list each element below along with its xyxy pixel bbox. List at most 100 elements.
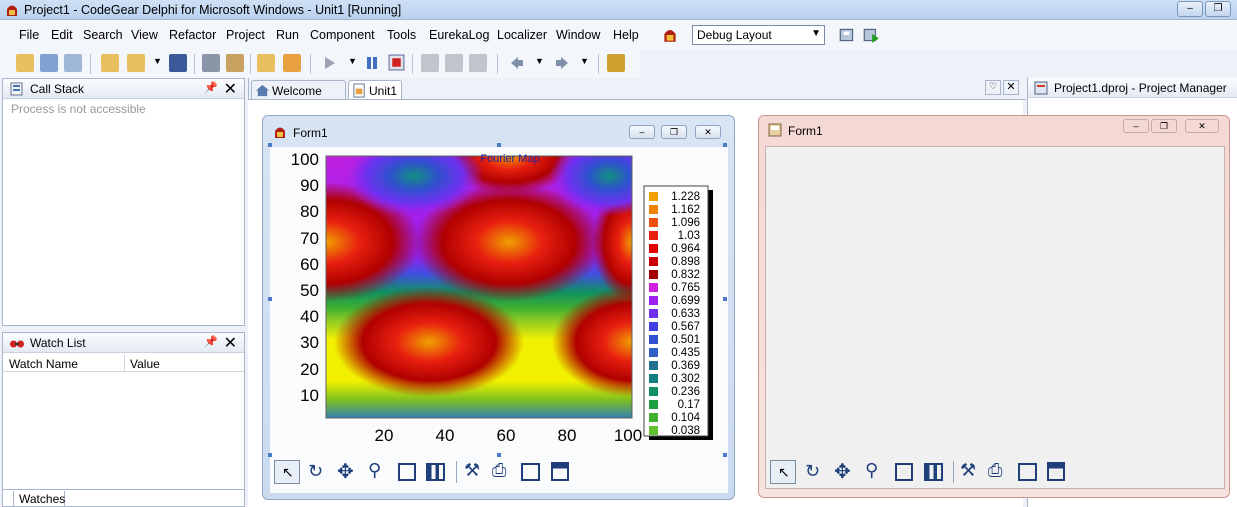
step-over-icon[interactable] xyxy=(445,54,463,72)
column-watch-name[interactable]: Watch Name xyxy=(9,357,78,371)
selection-handle[interactable] xyxy=(723,297,727,301)
copy-icon[interactable] xyxy=(1018,463,1037,481)
pointer-tool-button[interactable]: ↖ xyxy=(274,460,300,484)
toolbar-separator xyxy=(598,54,599,74)
new-items-icon[interactable] xyxy=(16,54,34,72)
minimize-button[interactable]: ‒ xyxy=(1177,1,1203,17)
pointer-tool-button[interactable]: ↖ xyxy=(770,460,796,484)
move-icon[interactable]: ✥ xyxy=(834,459,851,484)
selection-handle[interactable] xyxy=(268,297,272,301)
chevron-down-icon[interactable]: ▼ xyxy=(811,28,821,39)
close-icon[interactable]: ✕ xyxy=(224,79,237,99)
save-desktop-icon[interactable] xyxy=(838,26,856,44)
maximize-button[interactable]: ❐ xyxy=(1151,119,1177,133)
menu-project[interactable]: Project xyxy=(226,28,265,42)
menu-run[interactable]: Run xyxy=(276,28,299,42)
tab-unit1[interactable]: Unit1 xyxy=(348,80,402,100)
call-stack-header: Call Stack 📌 ✕ xyxy=(3,79,244,99)
minimize-button[interactable]: ‒ xyxy=(1123,119,1149,133)
save-icon[interactable] xyxy=(169,54,187,72)
maximize-button[interactable]: ❐ xyxy=(661,125,687,139)
chevron-down-icon[interactable]: ▼ xyxy=(348,56,357,66)
menu-edit[interactable]: Edit xyxy=(51,28,73,42)
save-all-icon[interactable] xyxy=(64,54,82,72)
menu-view[interactable]: View xyxy=(131,28,158,42)
column-divider[interactable] xyxy=(124,355,125,372)
rotate-icon[interactable]: ↻ xyxy=(308,461,323,482)
layout-combo[interactable]: Debug Layout ▼ xyxy=(692,25,825,45)
delphi-helmet-icon[interactable] xyxy=(661,26,679,44)
fourier-chart[interactable]: Fourier Map 100 90 80 70 60 50 40 30 20 … xyxy=(269,146,729,454)
zoom-box-icon[interactable] xyxy=(895,463,913,481)
chevron-down-icon[interactable]: ♡ xyxy=(985,80,1001,95)
settings-icon[interactable]: ⚒ xyxy=(960,460,976,481)
chevron-down-icon[interactable]: ▼ xyxy=(153,56,162,66)
zoom-box-icon[interactable] xyxy=(398,463,416,481)
selection-handle[interactable] xyxy=(723,453,727,457)
help-contents-icon[interactable] xyxy=(607,54,625,72)
menu-bar: File Edit Search View Refactor Project R… xyxy=(0,20,1237,50)
back-arrow-icon[interactable] xyxy=(509,55,525,71)
toolbar-separator xyxy=(497,54,498,74)
menu-localizer[interactable]: Localizer xyxy=(497,28,547,42)
selection-handle[interactable] xyxy=(723,143,727,147)
close-button[interactable]: ✕ xyxy=(1185,119,1219,133)
move-icon[interactable]: ✥ xyxy=(337,459,354,484)
new-icon[interactable] xyxy=(101,54,119,72)
close-icon[interactable]: ✕ xyxy=(1003,80,1019,95)
column-value[interactable]: Value xyxy=(130,357,160,371)
selection-handle[interactable] xyxy=(497,453,501,457)
menu-eurekalog[interactable]: EurekaLog xyxy=(429,28,489,42)
print-icon[interactable]: ⎙ xyxy=(988,460,1002,481)
save-icon[interactable] xyxy=(1047,462,1065,481)
rotate-icon[interactable]: ↻ xyxy=(805,461,820,482)
open-project-icon[interactable] xyxy=(40,54,58,72)
panel-title: Project1.dproj - Project Manager xyxy=(1054,81,1227,95)
minimize-button[interactable]: ‒ xyxy=(629,125,655,139)
restore-button[interactable]: ❐ xyxy=(1205,1,1231,17)
selection-handle[interactable] xyxy=(497,143,501,147)
tab-welcome-page[interactable]: Welcome Page xyxy=(251,80,346,112)
open-icon[interactable] xyxy=(127,54,145,72)
print-icon[interactable]: ⎙ xyxy=(492,460,506,481)
settings-icon[interactable]: ⚒ xyxy=(464,460,480,481)
run-icon[interactable] xyxy=(322,55,338,71)
chevron-down-icon[interactable]: ▼ xyxy=(580,56,589,66)
project-manager-icon xyxy=(1034,81,1048,95)
close-icon[interactable]: ✕ xyxy=(224,333,237,353)
zoom-icon[interactable]: ⚲ xyxy=(865,460,878,481)
chart-editor-icon[interactable] xyxy=(426,463,445,481)
toolbar-separator xyxy=(194,54,195,74)
tab-watches[interactable]: Watches xyxy=(13,491,65,507)
run-to-cursor-icon[interactable] xyxy=(469,54,487,72)
pin-icon[interactable]: 📌 xyxy=(204,81,218,94)
pause-icon[interactable] xyxy=(364,55,380,71)
menu-window[interactable]: Window xyxy=(556,28,600,42)
view-form-icon[interactable] xyxy=(226,54,244,72)
view-unit-icon[interactable] xyxy=(202,54,220,72)
program-reset-icon[interactable] xyxy=(388,54,405,71)
zoom-icon[interactable]: ⚲ xyxy=(368,460,381,481)
legend-swatch xyxy=(649,374,658,383)
running-form-window[interactable]: Form1 ‒ ❐ ✕ xyxy=(758,115,1230,498)
set-debug-desktop-icon[interactable] xyxy=(862,26,880,44)
menu-refactor[interactable]: Refactor xyxy=(169,28,216,42)
chart-editor-icon[interactable] xyxy=(924,463,943,481)
menu-file[interactable]: File xyxy=(19,28,39,42)
menu-component[interactable]: Component xyxy=(310,28,375,42)
add-to-project-icon[interactable] xyxy=(257,54,275,72)
pin-icon[interactable]: 📌 xyxy=(204,335,218,348)
remove-from-project-icon[interactable] xyxy=(283,54,301,72)
save-icon[interactable] xyxy=(551,462,569,481)
copy-icon[interactable] xyxy=(521,463,540,481)
menu-search[interactable]: Search xyxy=(83,28,123,42)
trace-into-icon[interactable] xyxy=(421,54,439,72)
selection-handle[interactable] xyxy=(268,453,272,457)
forward-arrow-icon[interactable] xyxy=(554,55,570,71)
window-title: Project1 - CodeGear Delphi for Microsoft… xyxy=(24,3,402,17)
menu-tools[interactable]: Tools xyxy=(387,28,416,42)
close-button[interactable]: ✕ xyxy=(695,125,721,139)
selection-handle[interactable] xyxy=(268,143,272,147)
menu-help[interactable]: Help xyxy=(613,28,639,42)
chevron-down-icon[interactable]: ▼ xyxy=(535,56,544,66)
